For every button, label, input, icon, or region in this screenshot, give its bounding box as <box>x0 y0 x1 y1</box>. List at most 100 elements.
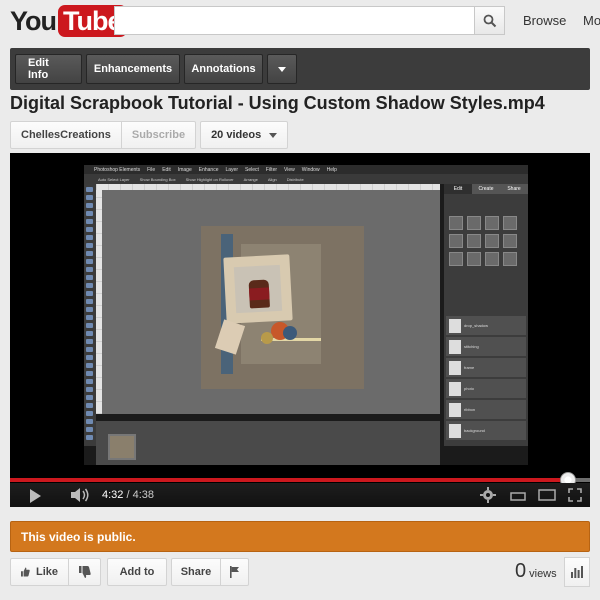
caret-down-icon <box>269 132 278 138</box>
like-button[interactable]: Like <box>10 558 69 586</box>
effects-swatches <box>449 216 521 266</box>
menu-item: Select <box>245 166 259 173</box>
panel-tab-share: Share <box>500 184 528 194</box>
large-player-icon[interactable] <box>538 489 556 501</box>
menu-item: Filter <box>265 166 278 173</box>
effect-swatch <box>467 234 481 248</box>
masthead: You Tube Browse Mo <box>0 0 600 42</box>
option-item: Show Highlight on Rollover <box>185 176 234 182</box>
tool-icon <box>86 235 93 240</box>
share-button[interactable]: Share <box>171 558 221 586</box>
option-item: Distribute <box>286 176 304 182</box>
caret-down-icon <box>278 66 286 72</box>
video-player[interactable]: Photoshop Elements File Edit Image Enhan… <box>10 153 590 507</box>
photo <box>233 264 283 314</box>
tool-icon <box>86 379 93 384</box>
tool-icon <box>86 243 93 248</box>
scrapbook-page <box>201 226 364 389</box>
views-label: views <box>529 568 557 580</box>
thumbs-up-icon <box>21 567 30 577</box>
option-item: Align <box>267 176 277 182</box>
layer-thumbnail <box>449 339 461 354</box>
option-item: Show Bounding Box <box>139 176 176 182</box>
channel-link[interactable]: ChellesCreations <box>10 121 122 149</box>
videos-count-label: 20 videos <box>211 129 262 141</box>
effect-swatch <box>449 252 463 266</box>
menu-item: Image <box>177 166 192 173</box>
layer-row: frame <box>446 358 526 377</box>
small-player-icon[interactable] <box>510 489 526 501</box>
menu-item: Edit <box>162 166 171 173</box>
progress-fill <box>10 478 568 482</box>
layer-name: background <box>464 428 485 433</box>
tool-icon <box>86 251 93 256</box>
option-item: Auto Select Layer <box>98 176 130 182</box>
tool-icon <box>86 187 93 192</box>
tool-icon <box>86 227 93 232</box>
layer-name: stitching <box>464 344 479 349</box>
layer-row: background <box>446 421 526 440</box>
annotations-button[interactable]: Annotations <box>184 54 263 84</box>
player-controls: 4:32 / 4:38 <box>10 483 590 507</box>
progress-bar[interactable] <box>10 478 590 482</box>
tool-icon <box>86 283 93 288</box>
videos-dropdown[interactable]: 20 videos <box>200 121 289 149</box>
photo-shirt <box>248 287 270 301</box>
stats-button[interactable] <box>564 557 590 587</box>
tool-icon <box>86 435 93 440</box>
thumbs-down-icon <box>78 566 91 578</box>
channel-row: ChellesCreations Subscribe 20 videos <box>10 121 289 149</box>
menu-item: Photoshop Elements <box>94 166 141 173</box>
effect-swatch <box>503 234 517 248</box>
menu-item: Layer <box>225 166 238 173</box>
tool-icon <box>86 211 93 216</box>
add-to-button[interactable]: Add to <box>107 558 167 586</box>
photo-frame <box>223 254 293 324</box>
duration: 4:38 <box>132 489 155 501</box>
search-button[interactable] <box>474 6 505 35</box>
enhancements-button[interactable]: Enhancements <box>86 54 180 84</box>
volume-icon[interactable] <box>70 487 90 503</box>
youtube-logo[interactable]: You Tube <box>10 5 127 37</box>
movies-link[interactable]: Mo <box>583 13 600 28</box>
tool-icon <box>86 355 93 360</box>
browse-link[interactable]: Browse <box>523 13 566 28</box>
logo-you: You <box>10 5 57 36</box>
effect-swatch <box>467 216 481 230</box>
menu-item: Enhance <box>198 166 219 173</box>
tool-icon <box>86 331 93 336</box>
dislike-button[interactable] <box>69 558 101 586</box>
like-label: Like <box>35 566 58 578</box>
flag-button[interactable] <box>221 558 249 586</box>
subscribe-button[interactable]: Subscribe <box>121 121 197 149</box>
effect-swatch <box>449 234 463 248</box>
menu-item: File <box>147 166 156 173</box>
tool-icon <box>86 259 93 264</box>
app-canvas-area <box>96 184 440 414</box>
search-input[interactable] <box>114 6 474 35</box>
layer-thumbnail <box>449 381 461 396</box>
action-buttons: Like Add to Share <box>10 558 249 586</box>
settings-gear-icon[interactable] <box>480 487 496 503</box>
fullscreen-icon[interactable] <box>568 488 582 502</box>
gear-embellishment <box>261 332 273 344</box>
tool-icon <box>86 387 93 392</box>
tool-icon <box>86 419 93 424</box>
layer-thumbnail <box>449 360 461 375</box>
layers-list: drop_shadow stitching frame photo ribbon… <box>446 316 526 442</box>
layer-row: ribbon <box>446 400 526 419</box>
edit-info-button[interactable]: Edit Info <box>15 54 82 84</box>
tool-icon <box>86 403 93 408</box>
tool-icon <box>86 291 93 296</box>
layer-thumbnail <box>449 318 461 333</box>
view-counter: 0 views <box>515 560 557 583</box>
layer-thumbnail <box>449 402 461 417</box>
play-icon[interactable] <box>30 489 41 503</box>
tool-icon <box>86 347 93 352</box>
current-time: 4:32 <box>102 489 124 501</box>
video-title: Digital Scrapbook Tutorial - Using Custo… <box>10 93 545 113</box>
tool-icon <box>86 203 93 208</box>
panel-tabs: Edit Create Share <box>444 184 528 194</box>
more-actions-button[interactable] <box>267 54 297 84</box>
app-toolbox <box>84 184 96 446</box>
